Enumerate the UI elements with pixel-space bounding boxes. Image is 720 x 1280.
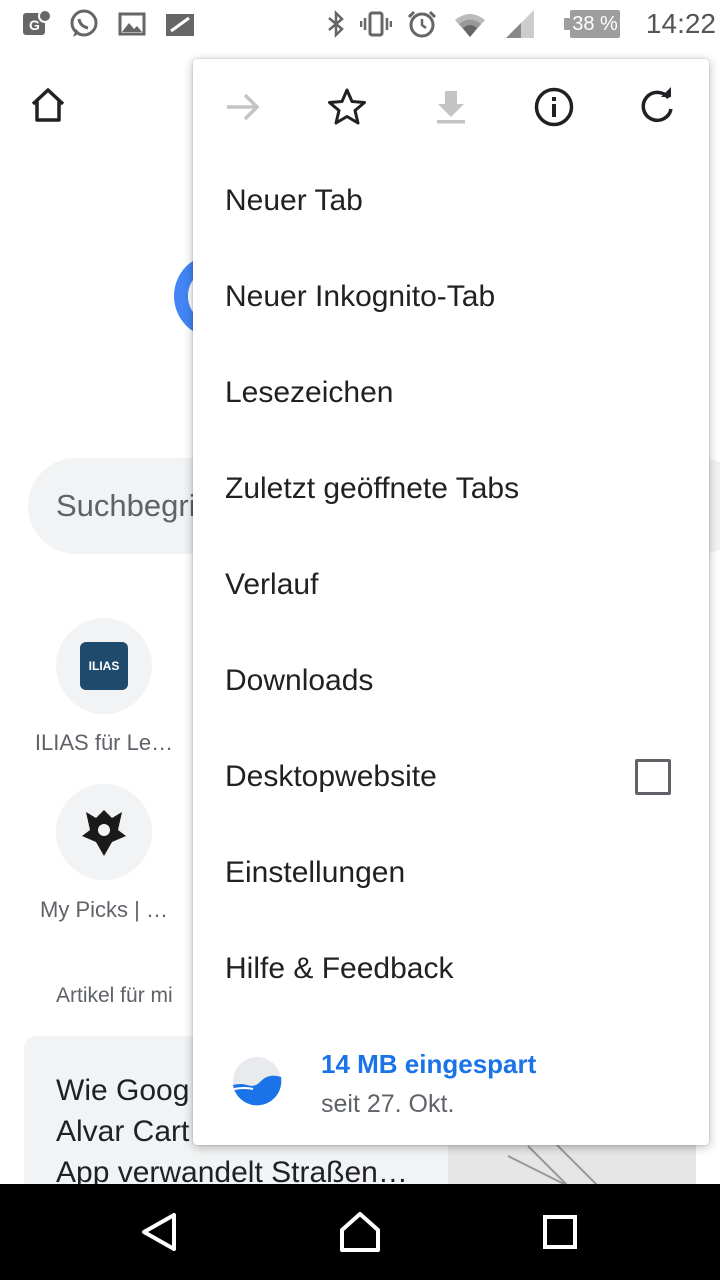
shortcut-label-ilias: ILIAS für Le… [34, 730, 174, 755]
forward-icon[interactable] [219, 83, 267, 131]
vibrate-icon [359, 8, 393, 40]
menu-item-downloads[interactable]: Downloads [193, 635, 709, 731]
menu-item-new-tab[interactable]: Neuer Tab [193, 155, 709, 251]
menu-item-new-incognito-tab[interactable]: Neuer Inkognito-Tab [193, 251, 709, 347]
menu-item-desktop-site[interactable]: Desktopwebsite [193, 731, 709, 827]
data-saved-since: seit 27. Okt. [321, 1090, 455, 1118]
menu-item-label: Lesezeichen [225, 376, 394, 409]
alarm-icon [406, 8, 438, 40]
recents-icon[interactable] [536, 1208, 584, 1256]
data-saver-summary[interactable]: 14 MB eingespart seit 27. Okt. [193, 1031, 709, 1145]
svg-text:G: G [29, 17, 40, 33]
search-placeholder: Suchbegri [56, 488, 196, 523]
shortcut-tile-ilias[interactable]: ILIAS [56, 618, 152, 714]
clock: 14:22 [645, 8, 716, 39]
menu-item-bookmarks[interactable]: Lesezeichen [193, 347, 709, 443]
desktop-site-checkbox[interactable] [635, 759, 671, 795]
screenshot-icon [164, 8, 196, 40]
shortcut-tile-my-picks[interactable] [56, 784, 152, 880]
navigation-bar [0, 1184, 720, 1280]
menu-item-label: Einstellungen [225, 856, 406, 889]
battery-icon: 38 % [564, 10, 620, 38]
worlds-logo [82, 810, 126, 856]
data-saved-amount: 14 MB eingespart [321, 1049, 537, 1079]
menu-toolbar [193, 59, 709, 155]
menu-item-label: Downloads [225, 664, 374, 697]
menu-item-label: Desktopwebsite [225, 760, 437, 793]
bookmark-star-icon[interactable] [323, 83, 371, 131]
ilias-logo: ILIAS [80, 642, 128, 690]
menu-item-help-feedback[interactable]: Hilfe & Feedback [193, 923, 709, 1019]
back-icon[interactable] [136, 1208, 184, 1256]
reload-icon[interactable] [633, 83, 681, 131]
bluetooth-icon [320, 8, 352, 40]
signal-icon [504, 8, 536, 40]
menu-item-label: Zuletzt geöffnete Tabs [225, 472, 520, 505]
data-saver-icon [231, 1055, 283, 1107]
menu-item-settings[interactable]: Einstellungen [193, 827, 709, 923]
menu-item-label: Neuer Inkognito-Tab [225, 280, 496, 313]
download-icon[interactable] [427, 83, 475, 131]
whatsapp-icon [68, 8, 100, 40]
menu-item-history[interactable]: Verlauf [193, 539, 709, 635]
home-icon[interactable] [336, 1208, 384, 1256]
battery-percent: 38 % [572, 13, 618, 35]
articles-heading: Artikel für mi [56, 984, 173, 1007]
screen: G 38 % 14:22 Suchbegri ILIAS ILIAS für L… [0, 0, 720, 1280]
menu-item-label: Verlauf [225, 568, 319, 601]
menu-item-label: Neuer Tab [225, 184, 363, 217]
wifi-icon [454, 8, 486, 40]
maps-notification-icon: G [20, 8, 52, 40]
overflow-menu: Neuer Tab Neuer Inkognito-Tab Lesezeiche… [193, 59, 709, 1145]
home-icon[interactable] [24, 82, 72, 130]
gallery-icon [116, 8, 148, 40]
status-bar: G 38 % 14:22 [0, 0, 720, 48]
info-icon[interactable] [530, 83, 578, 131]
menu-item-recent-tabs[interactable]: Zuletzt geöffnete Tabs [193, 443, 709, 539]
shortcut-label-my-picks: My Picks | … [40, 897, 168, 922]
menu-item-label: Hilfe & Feedback [225, 952, 454, 985]
